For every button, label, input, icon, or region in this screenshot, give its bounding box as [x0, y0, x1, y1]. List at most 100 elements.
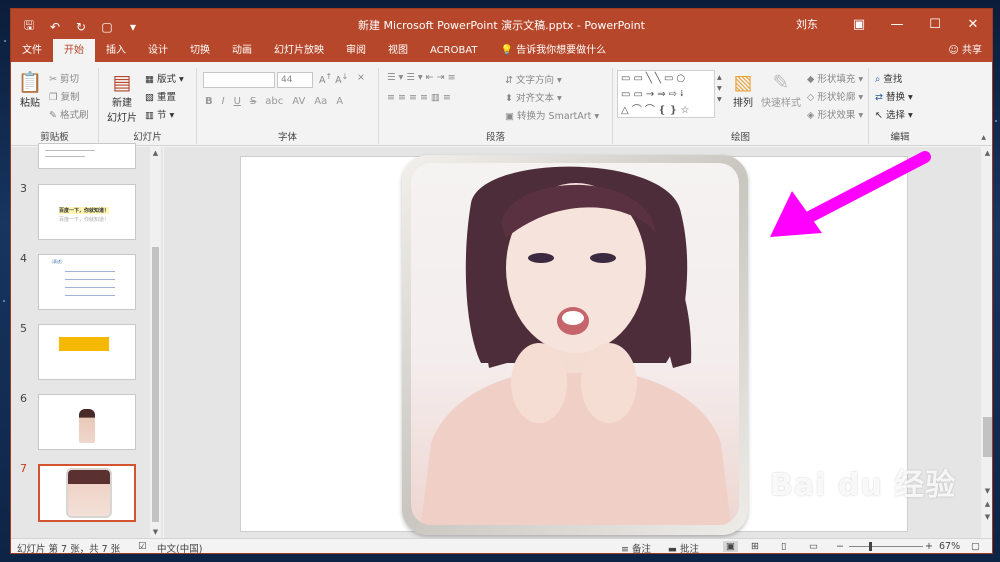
slideshow-view-icon[interactable]: ▭: [809, 541, 818, 552]
fit-to-window-icon[interactable]: ▢: [971, 541, 980, 552]
person-icon: ☺: [948, 45, 959, 56]
zoom-in-icon[interactable]: +: [925, 541, 933, 552]
tab-transitions[interactable]: 切换: [179, 39, 221, 62]
comments-button[interactable]: ▬ 批注: [668, 541, 699, 553]
shape-fill-button[interactable]: ◆ 形状填充 ▾: [807, 71, 863, 85]
font-name-box[interactable]: [203, 72, 275, 88]
slide-scroll-thumb[interactable]: [983, 417, 992, 457]
new-slide-button[interactable]: ▤ 新建 幻灯片: [105, 70, 139, 124]
prev-slide-icon[interactable]: ▲: [981, 500, 992, 508]
notes-button[interactable]: ≡ 备注: [621, 541, 651, 553]
framed-picture[interactable]: [402, 155, 748, 535]
slide-thumbnail-2[interactable]: [38, 143, 136, 169]
tab-view[interactable]: 视图: [377, 39, 419, 62]
slide-thumbnail-7[interactable]: [38, 464, 136, 522]
zoom-level[interactable]: 67%: [939, 541, 960, 552]
zoom-slider[interactable]: [849, 546, 923, 547]
desktop-star: [3, 300, 5, 302]
layout-button[interactable]: ▦ 版式 ▾: [145, 71, 184, 85]
format-painter-button[interactable]: ✎ 格式刷: [49, 107, 89, 121]
normal-view-icon[interactable]: ▣: [723, 541, 738, 552]
align-icons[interactable]: ≡ ≡ ≡ ≡ ▥ ≡: [387, 92, 451, 103]
quick-styles-button[interactable]: ✎ 快速样式: [761, 70, 801, 109]
tab-insert[interactable]: 插入: [95, 39, 137, 62]
tab-home[interactable]: 开始: [53, 39, 95, 62]
align-text-icon: ⬍: [505, 93, 513, 104]
paste-button[interactable]: 📋 粘贴: [15, 70, 45, 109]
slide-scroll-up-icon[interactable]: ▲: [981, 149, 992, 157]
section-button[interactable]: ▥ 节 ▾: [145, 107, 174, 121]
select-button[interactable]: ↖ 选择 ▾: [875, 107, 913, 121]
scroll-up-icon[interactable]: ▲: [150, 149, 161, 157]
slide-thumbnail-3[interactable]: 百度一下，你就知道！ 百度一下，你就知道！: [38, 184, 136, 240]
font-color-button[interactable]: A: [336, 96, 343, 107]
paste-label: 粘贴: [20, 98, 40, 109]
copy-label: 复制: [60, 92, 80, 103]
shapes-gallery[interactable]: ▭▭╲╲▭○ ▭▭→⇒⇨⭭ △⌒⌒❴❵☆: [617, 70, 715, 118]
change-case-button[interactable]: Aa: [314, 96, 327, 107]
slide-scrollbar[interactable]: ▲ ▼ ▲ ▼: [981, 147, 992, 538]
shapes-scroll-icon[interactable]: ▴ ▾ ▾: [717, 72, 722, 105]
spellcheck-icon[interactable]: ☑: [138, 541, 147, 552]
shape-outline-button[interactable]: ◇ 形状轮廓 ▾: [807, 89, 863, 103]
tell-me-box[interactable]: 💡 告诉我你想要做什么: [489, 39, 607, 62]
new-slide-label-2: 幻灯片: [107, 113, 137, 124]
replace-button[interactable]: ⇄ 替换 ▾: [875, 89, 913, 103]
tab-file[interactable]: 文件: [11, 39, 53, 62]
thumbnails-scroll-thumb[interactable]: [152, 247, 159, 522]
grow-font-icon[interactable]: A↑ A↓: [319, 72, 348, 86]
replace-icon: ⇄: [875, 92, 883, 103]
font-size-box[interactable]: 44: [277, 72, 313, 88]
language-indicator[interactable]: 中文(中国): [157, 541, 202, 553]
reset-button[interactable]: ▧ 重置: [145, 89, 176, 103]
arrange-button[interactable]: ▧ 排列: [729, 70, 757, 109]
reading-view-icon[interactable]: ▯: [781, 541, 786, 552]
user-name[interactable]: 刘东: [796, 16, 818, 32]
find-button[interactable]: ⌕ 查找: [875, 71, 902, 85]
text-direction-button[interactable]: ⇵ 文字方向 ▾: [505, 72, 562, 86]
minimize-icon[interactable]: —: [878, 17, 916, 32]
quick-styles-icon: ✎: [772, 70, 790, 94]
strikethrough-button[interactable]: S: [250, 96, 256, 107]
bold-button[interactable]: B: [205, 96, 213, 107]
ribbon-display-icon[interactable]: ▣: [840, 17, 878, 32]
shape-effects-button[interactable]: ◈ 形状效果 ▾: [807, 107, 863, 121]
slide-thumbnail-5[interactable]: [38, 324, 136, 380]
font-group-label: 字体: [277, 132, 297, 143]
collapse-ribbon-icon[interactable]: ▴: [981, 132, 986, 143]
copy-icon: ❐: [49, 92, 58, 103]
thumb-4-heading: （表述）: [49, 259, 65, 264]
italic-button[interactable]: I: [222, 96, 225, 107]
next-slide-icon[interactable]: ▼: [981, 513, 992, 521]
cut-button[interactable]: ✂ 剪切: [49, 71, 79, 85]
shadow-button[interactable]: abc: [265, 96, 283, 107]
slide-sorter-icon[interactable]: ⊞: [751, 541, 759, 552]
tab-acrobat[interactable]: ACROBAT: [419, 39, 489, 62]
align-text-button[interactable]: ⬍ 对齐文本 ▾: [505, 90, 562, 104]
tab-design[interactable]: 设计: [137, 39, 179, 62]
paragraph-group: ☰ ▾ ☰ ▾ ⇤ ⇥ ≡ ⇵ 文字方向 ▾ ≡ ≡ ≡ ≡ ▥ ≡ ⬍ 对齐文…: [379, 68, 613, 144]
share-button[interactable]: ☺ 共享: [948, 39, 982, 62]
bullets-icon[interactable]: ☰ ▾ ☰ ▾ ⇤ ⇥ ≡: [387, 72, 456, 83]
close-icon[interactable]: ✕: [954, 17, 992, 32]
clear-format-icon[interactable]: ⨯: [357, 72, 365, 83]
tab-slideshow[interactable]: 幻灯片放映: [263, 39, 335, 62]
restore-icon[interactable]: ☐: [916, 17, 954, 32]
slide-thumbnail-6[interactable]: [38, 394, 136, 450]
copy-button[interactable]: ❐ 复制: [49, 89, 80, 103]
tab-animations[interactable]: 动画: [221, 39, 263, 62]
zoom-slider-thumb[interactable]: [869, 542, 872, 551]
smartart-button[interactable]: ▣ 转换为 SmartArt ▾: [505, 108, 599, 122]
scroll-down-icon[interactable]: ▼: [150, 528, 161, 536]
new-slide-icon: ▤: [112, 70, 132, 94]
desktop-star: [995, 120, 997, 122]
char-spacing-button[interactable]: AV: [292, 96, 305, 107]
zoom-out-icon[interactable]: −: [836, 541, 844, 552]
slide-thumbnail-4[interactable]: （表述）: [38, 254, 136, 310]
paragraph-group-label: 段落: [485, 132, 505, 143]
underline-button[interactable]: U: [234, 96, 241, 107]
slide-scroll-down-icon[interactable]: ▼: [981, 487, 992, 495]
outline-icon: ◇: [807, 92, 815, 103]
tab-review[interactable]: 审阅: [335, 39, 377, 62]
thumbnails-scrollbar[interactable]: ▲ ▼: [150, 147, 161, 538]
